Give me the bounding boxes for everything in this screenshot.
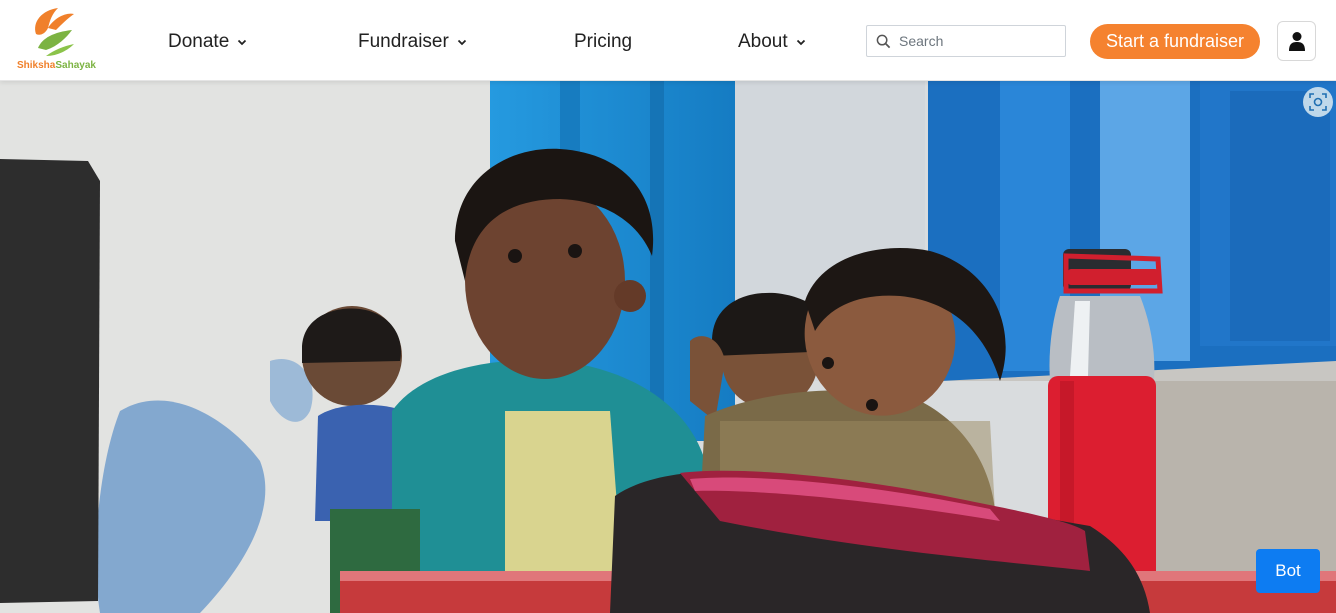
search-box <box>866 25 1066 57</box>
chevron-down-icon <box>457 39 466 46</box>
start-fundraiser-button[interactable]: Start a fundraiser <box>1090 24 1260 59</box>
hero-image <box>0 81 1336 613</box>
nav-fundraiser[interactable]: Fundraiser <box>358 30 467 54</box>
hero-section <box>0 81 1336 613</box>
image-search-icon[interactable] <box>1303 87 1333 117</box>
chevron-down-icon <box>796 39 805 46</box>
site-header: ShikshaSahayak Donate Fundraiser Pricing… <box>0 0 1336 81</box>
chevron-down-icon <box>238 39 247 46</box>
nav-donate-label: Donate <box>168 31 230 52</box>
chat-bot-button[interactable]: Bot <box>1256 549 1320 593</box>
leaf-hands-logo-icon <box>35 8 74 56</box>
user-account-button[interactable] <box>1277 21 1316 61</box>
nav-donate[interactable]: Donate <box>168 30 247 54</box>
nav-about-label: About <box>738 31 788 52</box>
user-icon <box>1288 32 1305 51</box>
nav-fundraiser-label: Fundraiser <box>358 31 449 52</box>
nav-about[interactable]: About <box>738 30 806 54</box>
brand-name-part1: Shiksha <box>17 60 56 71</box>
search-input[interactable] <box>899 33 1059 49</box>
nav-pricing[interactable]: Pricing <box>574 30 632 54</box>
nav-pricing-label: Pricing <box>574 31 633 52</box>
search-icon <box>876 34 891 48</box>
brand-name: ShikshaSahayak <box>17 60 96 71</box>
brand-name-part2: Sahayak <box>55 60 96 71</box>
brand-logo[interactable]: ShikshaSahayak <box>14 4 98 74</box>
